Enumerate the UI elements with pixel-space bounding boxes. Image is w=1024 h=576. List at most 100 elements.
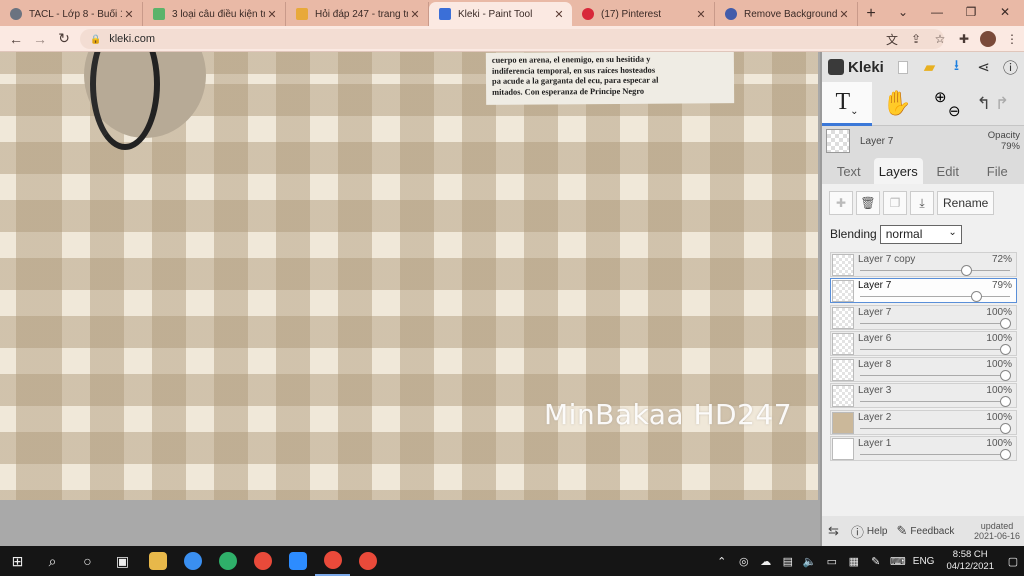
task-view-icon[interactable]: ▣	[105, 546, 140, 576]
zalo-icon[interactable]	[175, 546, 210, 576]
browser-tab[interactable]: Hỏi đáp 247 - trang tr ✕	[286, 2, 429, 26]
layer-opacity-slider[interactable]	[860, 270, 1010, 271]
help-button[interactable]: ⓘ Help	[851, 522, 888, 541]
browser-menu-icon[interactable]: ⋮	[1000, 27, 1024, 51]
swap-icon[interactable]: ⇆	[828, 523, 842, 539]
translate-icon[interactable]: 文	[880, 27, 904, 51]
hand-tool-button[interactable]: ✋	[872, 82, 922, 126]
new-tab-button[interactable]: +	[858, 2, 884, 26]
layer-item[interactable]: Layer 8 100%	[830, 357, 1017, 383]
close-tab-icon[interactable]: ✕	[694, 8, 708, 21]
tab-file[interactable]: File	[973, 158, 1023, 184]
tab-title: Remove Background	[744, 8, 837, 20]
feedback-button[interactable]: ✎ Feedback	[897, 523, 955, 539]
blending-select[interactable]: normal ⌄	[879, 224, 962, 244]
windows-start-icon[interactable]: ⊞	[0, 546, 35, 576]
help-icon[interactable]: ⓘ	[997, 54, 1024, 80]
merge-layer-icon[interactable]: ⤓	[910, 191, 934, 215]
browser-tab[interactable]: TACL - Lớp 8 - Buổi 1 ✕	[0, 2, 143, 26]
layer-opacity-handle[interactable]	[1000, 343, 1011, 355]
volume-icon[interactable]: 🔈	[799, 555, 821, 568]
layer-opacity-slider[interactable]	[860, 427, 1010, 429]
open-folder-icon[interactable]: ▰	[916, 54, 943, 80]
chrome-icon[interactable]	[245, 546, 280, 576]
forward-arrow-icon[interactable]: →	[28, 27, 52, 51]
reload-icon[interactable]: ↻	[52, 27, 76, 51]
layer-opacity-handle[interactable]	[970, 291, 982, 303]
text-tool-button[interactable]: T ⌄	[822, 81, 872, 126]
close-tab-icon[interactable]: ✕	[122, 8, 136, 21]
share-icon[interactable]: ⇪	[904, 27, 928, 51]
onedrive-icon[interactable]: ☁	[755, 555, 777, 568]
close-tab-icon[interactable]: ✕	[408, 8, 422, 21]
app-tray-icon[interactable]: ▤	[777, 555, 799, 568]
tab-edit[interactable]: Edit	[923, 158, 973, 184]
chrome-profile-icon[interactable]	[350, 546, 385, 576]
close-tab-icon[interactable]: ✕	[837, 8, 851, 21]
cortana-icon[interactable]: ○	[70, 546, 105, 576]
layer-item[interactable]: Layer 1 100%	[830, 436, 1017, 462]
profile-avatar[interactable]	[976, 27, 1000, 51]
tab-text[interactable]: Text	[824, 158, 874, 184]
browser-tab[interactable]: 3 loại câu điều kiện tr ✕	[143, 2, 286, 26]
maximize-button[interactable]: ❐	[954, 0, 988, 24]
kleki-logo[interactable]: Kleki	[828, 59, 884, 76]
add-layer-button[interactable]: ✚	[829, 191, 853, 215]
browser-tab[interactable]: (17) Pinterest ✕	[572, 2, 715, 26]
layer-opacity-slider[interactable]	[860, 296, 1010, 298]
language-indicator[interactable]: ENG	[913, 556, 935, 567]
layer-opacity-slider[interactable]	[860, 348, 1010, 350]
layer-opacity-slider[interactable]	[860, 454, 1010, 456]
browser-tab[interactable]: Remove Background ✕	[715, 2, 858, 26]
layer-opacity-handle[interactable]	[1000, 396, 1011, 408]
close-window-button[interactable]: ✕	[988, 0, 1022, 24]
layer-opacity-slider[interactable]	[860, 401, 1010, 403]
tray-chevron-icon[interactable]: ⌃	[711, 555, 733, 568]
delete-layer-icon[interactable]: 🗑	[856, 191, 880, 215]
tab-search-dropdown-icon[interactable]: ⌄	[886, 0, 920, 24]
layer-item[interactable]: Layer 7 copy 72%	[830, 252, 1017, 277]
chrome-active-icon[interactable]	[315, 546, 350, 576]
layer-opacity-handle[interactable]	[1000, 422, 1011, 434]
duplicate-layer-icon[interactable]: ❐	[883, 191, 907, 215]
browser-tab-active[interactable]: Kleki - Paint Tool ✕	[429, 2, 572, 26]
layer-item[interactable]: Layer 7 100%	[830, 304, 1017, 330]
extensions-puzzle-icon[interactable]: ✚	[952, 27, 976, 51]
file-explorer-icon[interactable]	[140, 546, 175, 576]
bookmark-star-icon[interactable]: ☆	[928, 27, 952, 51]
new-image-icon[interactable]	[889, 54, 916, 80]
download-icon[interactable]: ⭳	[943, 54, 970, 80]
keyboard-icon[interactable]: ⌨	[887, 555, 909, 568]
back-arrow-icon[interactable]: ←	[4, 27, 28, 51]
app-icon[interactable]	[210, 546, 245, 576]
battery-icon[interactable]: ▭	[821, 555, 843, 568]
share-icon[interactable]: ⋖	[970, 54, 997, 80]
layer-item[interactable]: Layer 3 100%	[830, 383, 1017, 409]
layer-opacity-handle[interactable]	[1000, 449, 1011, 461]
layer-opacity-handle[interactable]	[1000, 370, 1011, 382]
layer-item[interactable]: Layer 7 79%	[830, 278, 1017, 304]
layer-item[interactable]: Layer 2 100%	[830, 409, 1017, 435]
zoom-app-icon[interactable]	[280, 546, 315, 576]
undo-icon[interactable]: ↰	[977, 94, 991, 114]
layer-opacity-slider[interactable]	[860, 375, 1010, 377]
search-icon[interactable]: ⌕	[35, 546, 70, 576]
meet-now-icon[interactable]: ◎	[733, 555, 755, 568]
address-bar[interactable]: 🔒 kleki.com	[80, 29, 944, 49]
close-tab-icon[interactable]: ✕	[552, 8, 566, 21]
layer-opacity-handle[interactable]	[1000, 317, 1011, 329]
pen-icon[interactable]: ✎	[865, 555, 887, 568]
rename-button[interactable]: Rename	[937, 191, 995, 215]
zoom-out-icon[interactable]: ⊖	[948, 102, 961, 120]
layer-opacity-slider[interactable]	[860, 322, 1010, 324]
layer-item[interactable]: Layer 6 100%	[830, 330, 1017, 356]
layer-opacity-handle[interactable]	[960, 265, 972, 276]
notifications-icon[interactable]: ▢	[1002, 555, 1024, 568]
drawing-canvas[interactable]: cuerpo en arena, el enemigo, en su hesit…	[0, 52, 818, 500]
redo-icon[interactable]: ↱	[995, 94, 1009, 114]
minimize-button[interactable]: —	[920, 0, 954, 24]
clock[interactable]: 8:58 CH 04/12/2021	[946, 549, 994, 573]
close-tab-icon[interactable]: ✕	[265, 8, 279, 21]
tab-layers[interactable]: Layers	[873, 158, 923, 184]
network-icon[interactable]: ▦	[843, 555, 865, 568]
